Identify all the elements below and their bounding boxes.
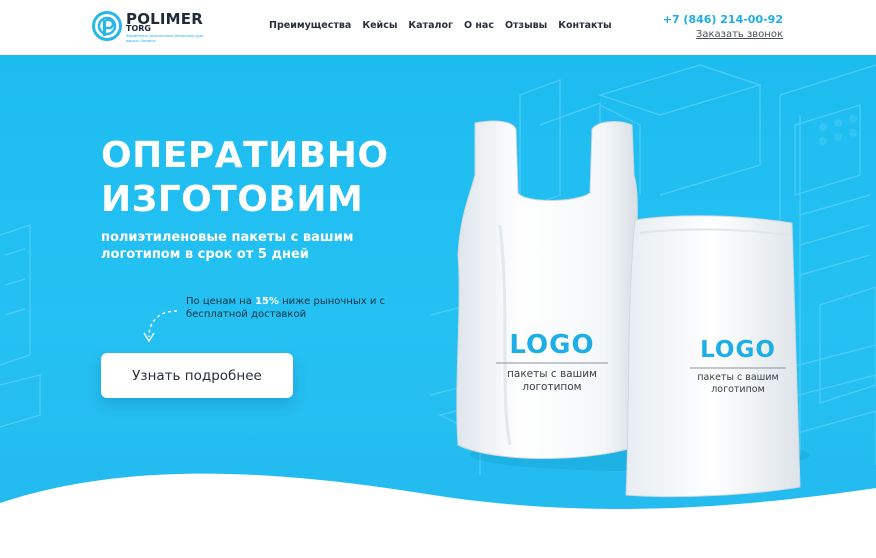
brand-tagline: Фирменные упаковочные материалы для ваше…: [126, 33, 203, 43]
right-bag-logo: LOGO: [700, 337, 776, 363]
brand-logo[interactable]: POLIMER TORG Фирменные упаковочные матер…: [92, 10, 212, 46]
plastic-bags-image: [456, 120, 810, 498]
left-bag-logo: LOGO: [509, 330, 595, 360]
main-nav: Преимущества Кейсы Каталог О нас Отзывы …: [269, 20, 612, 31]
brand-sub: TORG: [126, 24, 151, 33]
hero-headline: ОПЕРАТИВНО ИЗГОТОВИМ: [101, 134, 388, 222]
right-bag-caption-2: логотипом: [711, 384, 765, 395]
nav-item-about[interactable]: О нас: [464, 20, 494, 31]
right-bag-caption-1: пакеты с вашим: [697, 372, 779, 383]
nav-item-cases[interactable]: Кейсы: [362, 20, 397, 31]
site-header: POLIMER TORG Фирменные упаковочные матер…: [0, 0, 876, 55]
nav-item-reviews[interactable]: Отзывы: [505, 20, 547, 31]
left-bag-print: LOGO пакеты с вашим логотипом: [495, 330, 609, 394]
callback-link[interactable]: Заказать звонок: [696, 29, 783, 40]
learn-more-button[interactable]: Узнать подробнее: [101, 353, 293, 398]
left-bag-caption-2: логотипом: [522, 381, 582, 393]
right-bag-print: LOGO пакеты с вашим логотипом: [688, 337, 788, 396]
price-note: По ценам на 15% ниже рыночных и с беспла…: [186, 295, 386, 321]
nav-item-catalog[interactable]: Каталог: [408, 20, 453, 31]
curved-arrow-icon: [143, 310, 178, 343]
nav-item-contacts[interactable]: Контакты: [558, 20, 611, 31]
polimer-logo-icon: [92, 11, 122, 41]
bags-illustration: LOGO пакеты с вашим логотипом LOGO пакет…: [440, 115, 820, 520]
hero-subheading: полиэтиленовые пакеты с вашим логотипом …: [101, 230, 354, 262]
price-note-prefix: По ценам на: [186, 296, 256, 307]
hero-section: ОПЕРАТИВНО ИЗГОТОВИМ полиэтиленовые паке…: [0, 55, 876, 558]
price-note-highlight: 15%: [255, 296, 279, 307]
headline-line-2: ИЗГОТОВИМ: [101, 179, 364, 220]
nav-item-advantages[interactable]: Преимущества: [269, 20, 351, 31]
left-bag-caption-1: пакеты с вашим: [507, 368, 597, 380]
headline-line-1: ОПЕРАТИВНО: [101, 135, 389, 176]
phone-link[interactable]: +7 (846) 214-00-92: [663, 13, 783, 26]
